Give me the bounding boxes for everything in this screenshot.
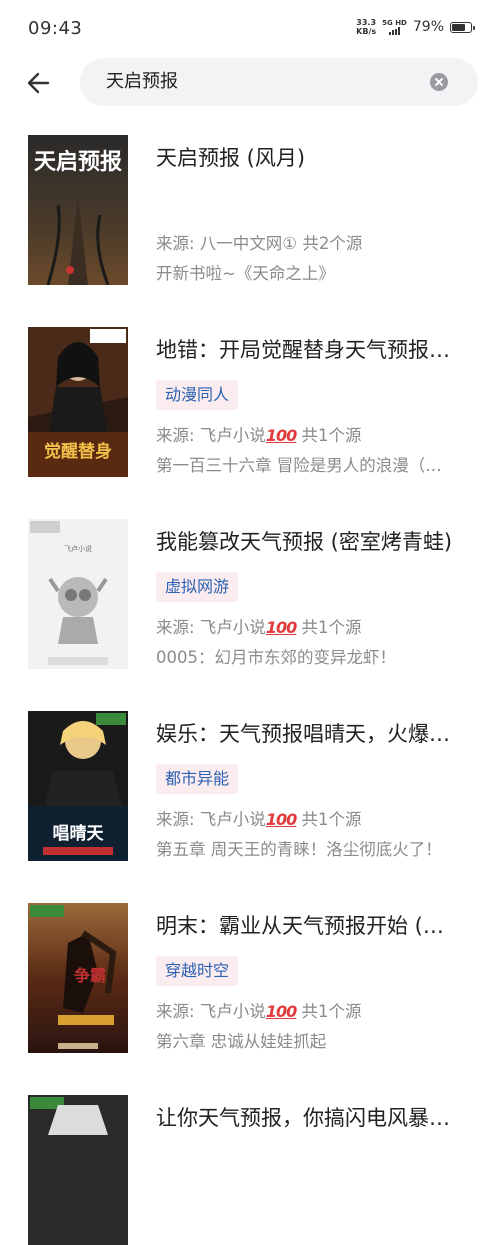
cover-title-text: 争霸 — [74, 966, 106, 985]
list-item[interactable]: 让你天气预报，你搞闪电风暴… — [0, 1072, 500, 1245]
book-cover[interactable]: 飞卢小说 — [28, 519, 128, 669]
signal-icon: 5G HD — [382, 19, 407, 35]
search-box — [80, 58, 478, 106]
latest-chapter: 0005：幻月市东郊的变异龙虾！ — [156, 648, 396, 667]
hundred-icon: 100 — [265, 810, 297, 829]
genre-tag[interactable]: 都市异能 — [156, 764, 239, 794]
latest-chapter: 第六章 忠诚从娃娃抓起 — [156, 1032, 327, 1051]
status-indicators: 33.3 KB/s 5G HD 79% — [356, 18, 475, 36]
search-header — [0, 56, 500, 108]
book-title[interactable]: 让你天气预报，你搞闪电风暴… — [156, 1102, 474, 1132]
book-cover[interactable]: 唱晴天 — [28, 711, 128, 861]
cover-title-text: 觉醒替身 — [44, 441, 112, 462]
genre-tag[interactable]: 虚拟网游 — [156, 572, 239, 602]
genre-tag[interactable]: 穿越时空 — [156, 956, 239, 986]
latest-chapter: 开新书啦~《天命之上》 — [156, 264, 335, 283]
cover-title-text: 唱晴天 — [53, 824, 105, 844]
network-speed: 33.3 KB/s — [356, 18, 377, 36]
list-item[interactable]: 争霸 明末：霸业从天气预报开始 (… 穿越时空 来源: 飞卢小说100 共1个源… — [0, 880, 500, 1053]
book-source: 来源: 八一中文网① 共2个源 — [156, 234, 363, 253]
status-time: 09:43 — [28, 18, 83, 39]
book-title[interactable]: 明末：霸业从天气预报开始 (… — [156, 910, 474, 940]
book-title[interactable]: 天启预报 (风月) — [156, 142, 474, 172]
cover-title-text: 天启预报 — [34, 149, 122, 175]
genre-tag[interactable]: 动漫同人 — [156, 380, 239, 410]
book-cover[interactable]: 觉醒替身 — [28, 327, 128, 477]
book-title[interactable]: 娱乐：天气预报唱晴天，火爆… — [156, 718, 474, 748]
book-source: 来源: 飞卢小说100 共1个源 — [156, 426, 362, 445]
back-arrow-icon[interactable] — [24, 68, 54, 98]
hundred-icon: 100 — [265, 426, 297, 445]
list-item[interactable]: 觉醒替身 地错：开局觉醒替身天气预报… 动漫同人 来源: 飞卢小说100 共1个… — [0, 304, 500, 477]
book-cover[interactable]: 天启预报 — [28, 135, 128, 285]
hundred-icon: 100 — [265, 1002, 297, 1021]
book-title[interactable]: 我能篡改天气预报 (密室烤青蛙) — [156, 526, 474, 556]
latest-chapter: 第五章 周天王的青睐！洛尘彻底火了！ — [156, 840, 442, 859]
cover-title-text: 飞卢小说 — [64, 544, 92, 553]
battery-icon — [450, 21, 475, 33]
search-input[interactable] — [106, 58, 406, 106]
latest-chapter: 第一百三十六章 冒险是男人的浪漫（… — [156, 456, 442, 475]
book-cover[interactable]: 争霸 — [28, 903, 128, 1053]
status-bar: 09:43 33.3 KB/s 5G HD 79% — [0, 0, 500, 58]
list-item[interactable]: 飞卢小说 我能篡改天气预报 (密室烤青蛙) 虚拟网游 来源: 飞卢小说100 共… — [0, 496, 500, 669]
list-item[interactable]: 天启预报 天启预报 (风月) 来源: 八一中文网① 共2个源 开新书啦~《天命之… — [0, 112, 500, 285]
clear-icon[interactable] — [430, 73, 448, 91]
list-item[interactable]: 唱晴天 娱乐：天气预报唱晴天，火爆… 都市异能 来源: 飞卢小说100 共1个源… — [0, 688, 500, 861]
book-source: 来源: 飞卢小说100 共1个源 — [156, 810, 362, 829]
book-title[interactable]: 地错：开局觉醒替身天气预报… — [156, 334, 474, 364]
hundred-icon: 100 — [265, 618, 297, 637]
book-source: 来源: 飞卢小说100 共1个源 — [156, 1002, 362, 1021]
battery-percent: 79% — [412, 19, 444, 35]
book-cover[interactable] — [28, 1095, 128, 1245]
book-source: 来源: 飞卢小说100 共1个源 — [156, 618, 362, 637]
